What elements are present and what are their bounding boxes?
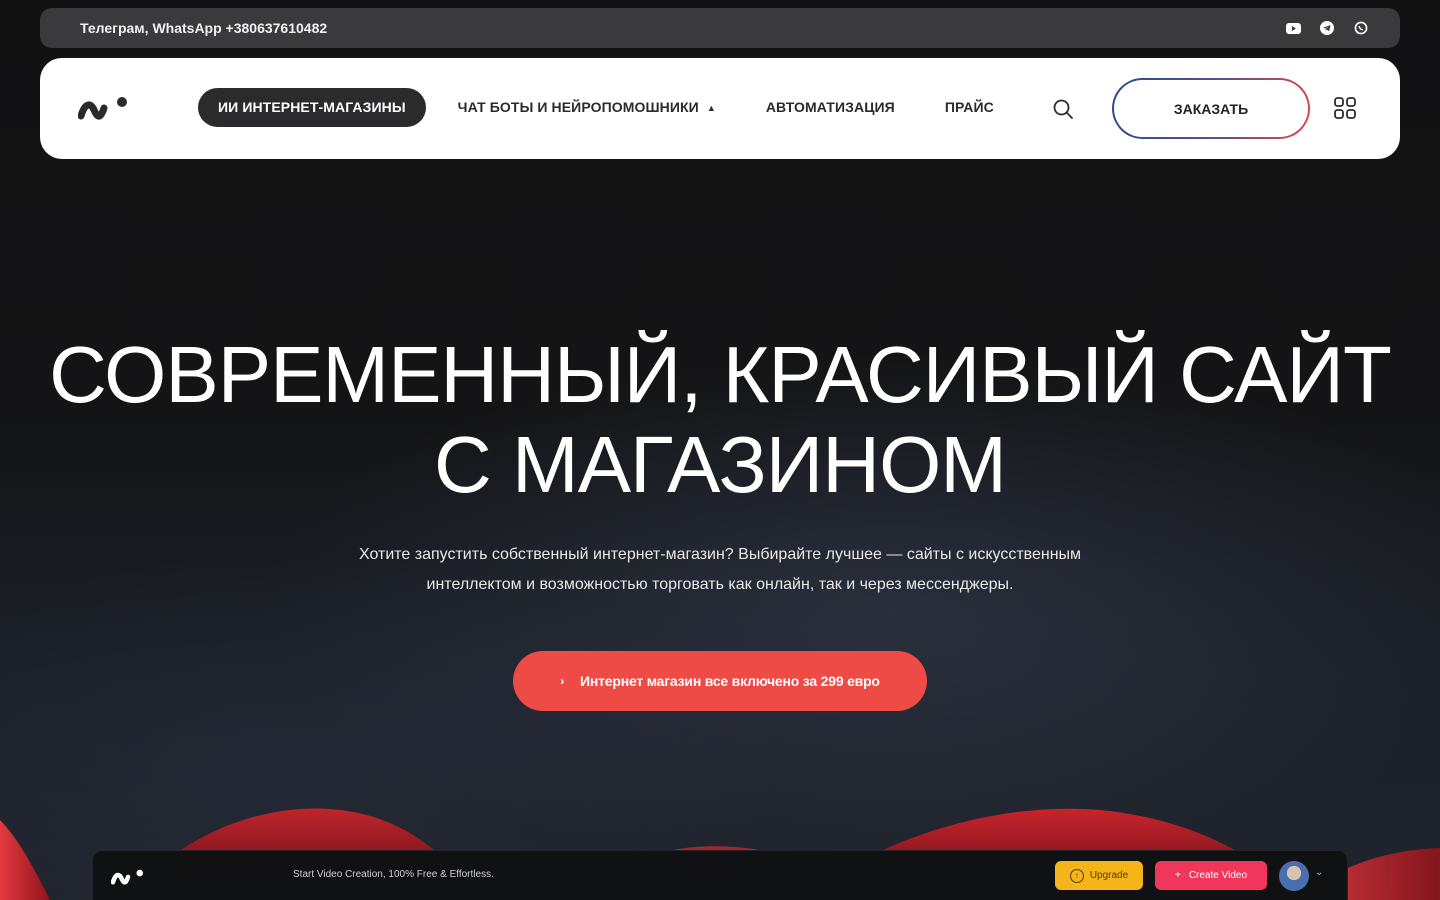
- preview-logo: [111, 869, 144, 885]
- create-video-button[interactable]: + Create Video: [1155, 861, 1267, 890]
- grid-menu-icon[interactable]: [1334, 97, 1356, 119]
- nav-item-pricing[interactable]: ПРАЙС: [925, 88, 1014, 127]
- hero-subtitle: Хотите запустить собственный интернет-ма…: [340, 540, 1100, 600]
- site-logo[interactable]: [78, 94, 130, 122]
- hero-subtitle-line-1: Хотите запустить собственный интернет-ма…: [358, 546, 1082, 563]
- main-nav: ИИ ИНТЕРНЕТ-МАГАЗИНЫ ЧАТ БОТЫ И НЕЙРОПОМ…: [40, 58, 1400, 159]
- whatsapp-icon[interactable]: [1352, 19, 1370, 37]
- hero-title-line-1: СОВРЕМЕННЫЙ, КРАСИВЫЙ САЙТ: [49, 330, 1392, 419]
- upgrade-button[interactable]: ↑ Upgrade: [1055, 861, 1143, 890]
- cta-button[interactable]: › Интернет магазин все включено за 299 е…: [513, 651, 927, 711]
- chevron-right-icon: ›: [560, 674, 564, 688]
- preview-tagline: Start Video Creation, 100% Free & Effort…: [293, 869, 494, 880]
- nav-item-chatbots[interactable]: ЧАТ БОТЫ И НЕЙРОПОМОШНИКИ ▲: [438, 88, 736, 127]
- top-bar: Телеграм, WhatsApp +380637610482: [40, 8, 1400, 48]
- cta-label: Интернет магазин все включено за 299 евр…: [579, 673, 880, 689]
- avatar[interactable]: [1279, 861, 1309, 891]
- telegram-icon[interactable]: [1318, 19, 1336, 37]
- nav-item-chatbots-label: ЧАТ БОТЫ И НЕЙРОПОМОШНИКИ: [457, 99, 699, 115]
- caret-up-icon: ▲: [706, 102, 716, 113]
- plus-icon: +: [1174, 870, 1181, 881]
- nav-item-automation[interactable]: АВТОМАТИЗАЦИЯ: [746, 88, 915, 127]
- order-button[interactable]: ЗАКАЗАТЬ: [1112, 78, 1310, 139]
- contact-text: Телеграм, WhatsApp +380637610482: [80, 20, 328, 36]
- upgrade-label: Upgrade: [1089, 870, 1129, 881]
- chevron-down-icon[interactable]: ⌄: [1315, 867, 1323, 878]
- upgrade-arrow-icon: ↑: [1069, 868, 1084, 883]
- youtube-icon[interactable]: [1284, 19, 1302, 37]
- app-preview-bar: Start Video Creation, 100% Free & Effort…: [92, 850, 1348, 900]
- hero-title: СОВРЕМЕННЫЙ, КРАСИВЫЙ САЙТ С МАГАЗИНОМ: [0, 330, 1440, 510]
- nav-menu: ИИ ИНТЕРНЕТ-МАГАЗИНЫ ЧАТ БОТЫ И НЕЙРОПОМ…: [198, 88, 1014, 127]
- create-video-label: Create Video: [1188, 870, 1248, 881]
- hero-subtitle-line-2: интеллектом и возможностью торговать как…: [426, 576, 1014, 593]
- social-links: [1284, 19, 1370, 37]
- search-icon[interactable]: [1052, 98, 1074, 120]
- hero-title-line-2: С МАГАЗИНОМ: [434, 420, 1007, 509]
- nav-item-ai-stores[interactable]: ИИ ИНТЕРНЕТ-МАГАЗИНЫ: [198, 88, 426, 127]
